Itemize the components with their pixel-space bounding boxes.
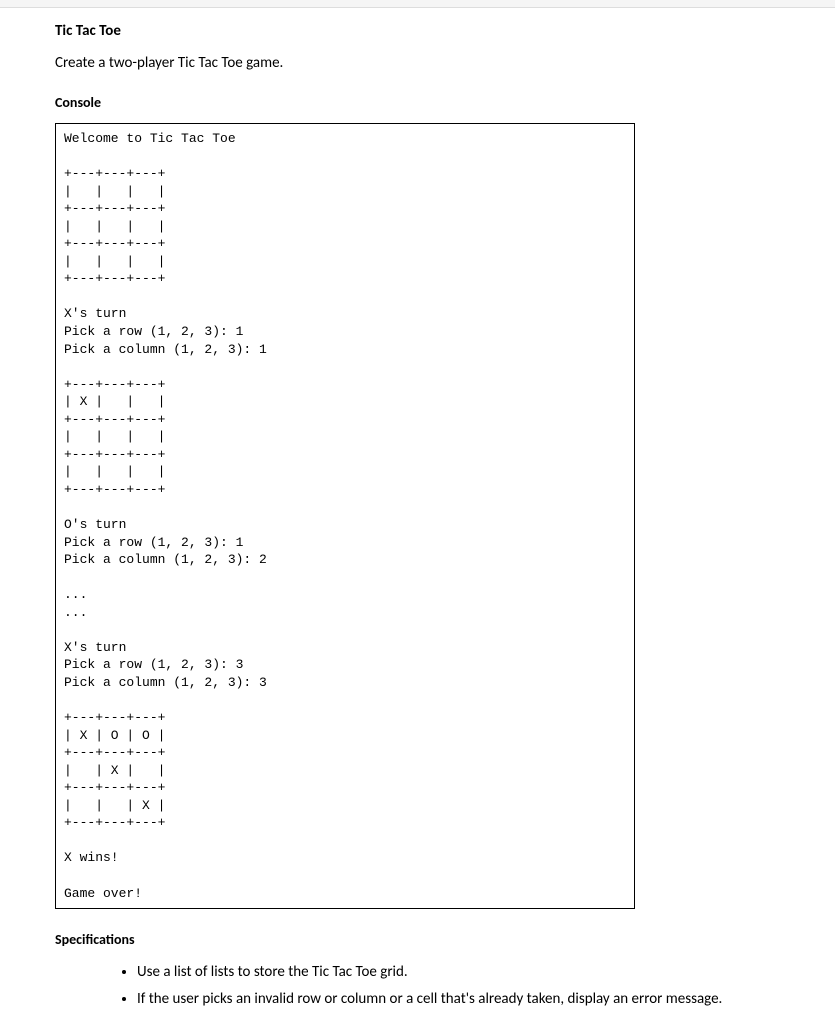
specifications-list: Use a list of lists to store the Tic Tac… xyxy=(55,962,780,1010)
document-content: Tic Tac Toe Create a two-player Tic Tac … xyxy=(0,8,835,1036)
specifications-heading: Specifications xyxy=(55,931,780,948)
console-heading: Console xyxy=(55,94,780,111)
list-item: Use a list of lists to store the Tic Tac… xyxy=(137,962,780,983)
console-output: Welcome to Tic Tac Toe +---+---+---+ | |… xyxy=(55,123,635,909)
assignment-description: Create a two-player Tic Tac Toe game. xyxy=(55,54,780,72)
list-item: If the user picks an invalid row or colu… xyxy=(137,989,780,1010)
page-top-border xyxy=(0,0,835,8)
page-title: Tic Tac Toe xyxy=(55,22,780,40)
